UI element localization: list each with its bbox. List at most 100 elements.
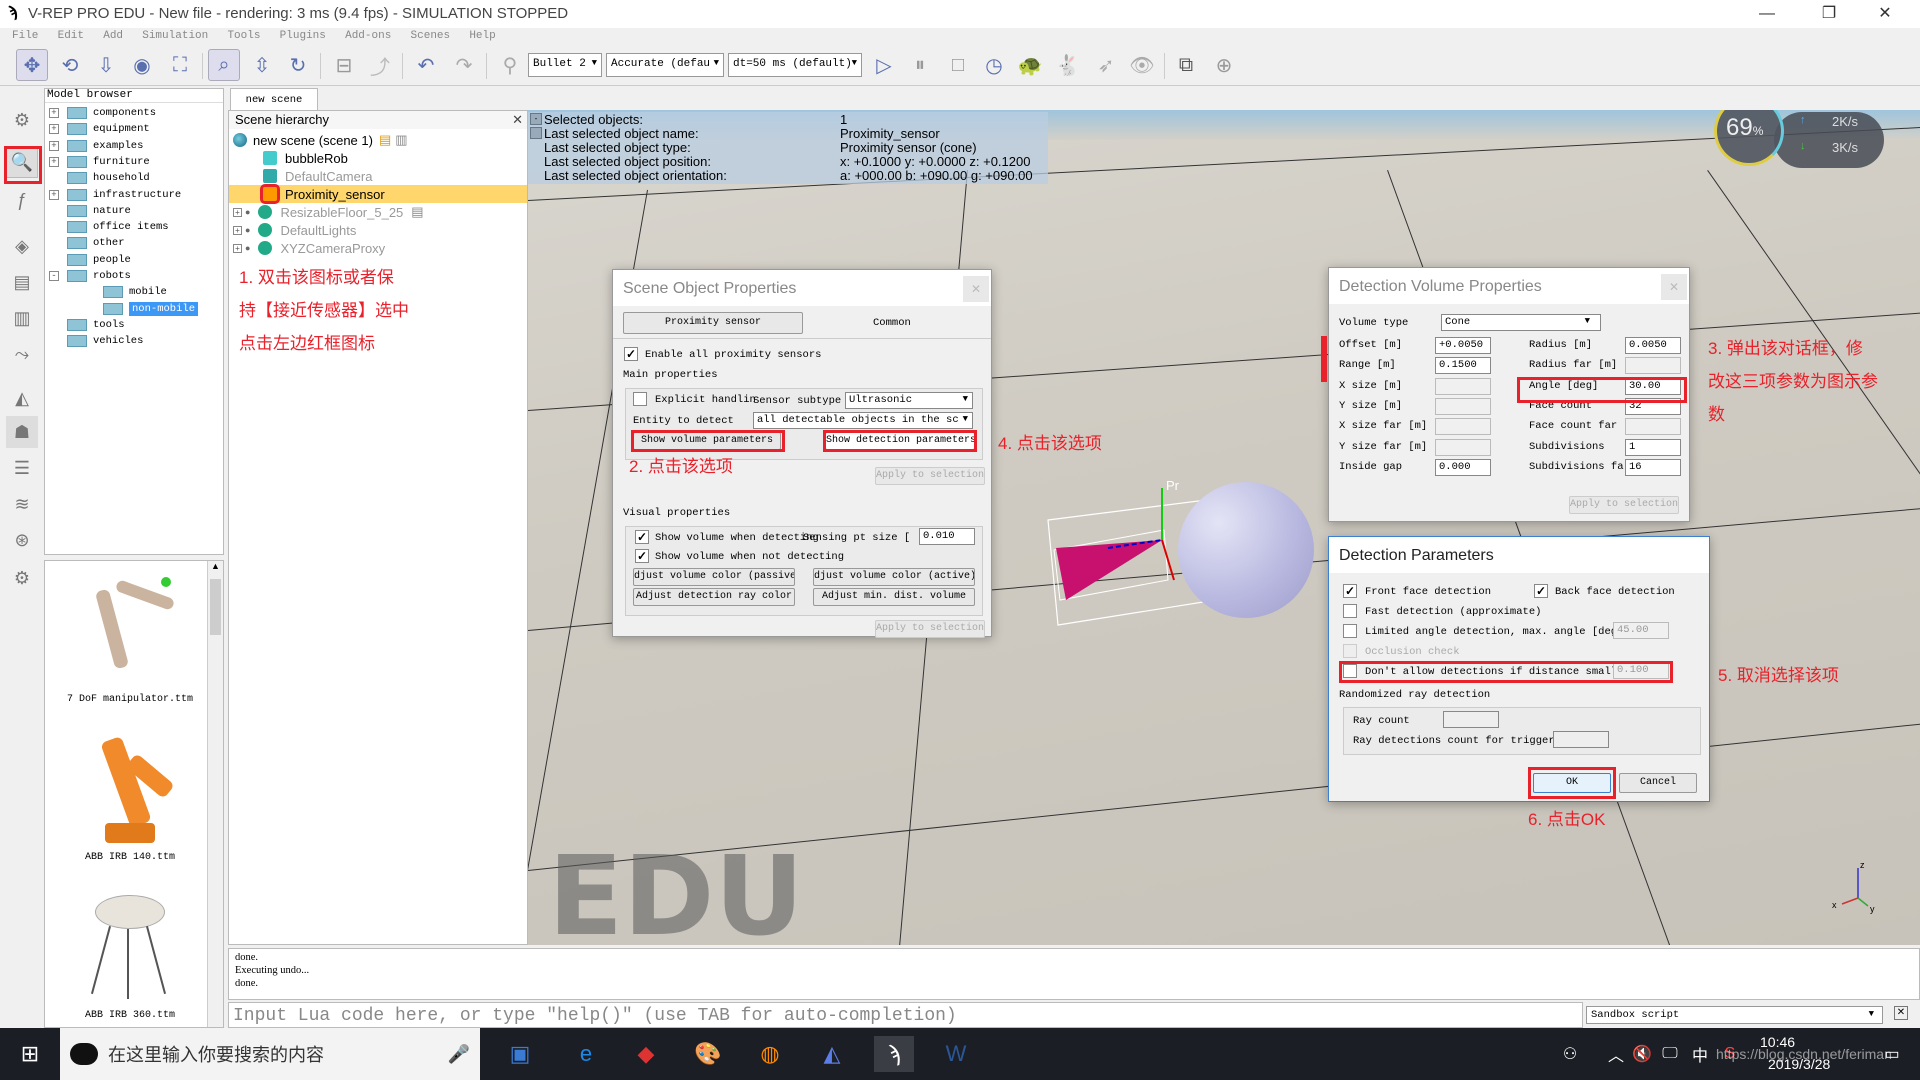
volume-field-inside-gap[interactable]: 0.000	[1435, 458, 1491, 476]
fast-detection-checkbox[interactable]	[1343, 604, 1357, 618]
menu-help[interactable]: Help	[469, 28, 495, 45]
simulation-settings-icon[interactable]: ⚙	[6, 104, 38, 136]
ray-trigger-input[interactable]	[1553, 731, 1609, 748]
volume-field-x-size-m-[interactable]	[1435, 377, 1491, 395]
model-folder-vehicles[interactable]: vehicles	[49, 333, 143, 349]
menu-edit[interactable]: Edit	[58, 28, 84, 45]
scene-hierarchy-icon[interactable]: ☰	[6, 452, 38, 484]
notification-icon[interactable]: ▭	[1872, 1036, 1912, 1072]
tab-common[interactable]: Common	[873, 317, 911, 329]
expand-toggle-icon[interactable]: +	[233, 243, 242, 253]
model-folder-non-mobile[interactable]: non-mobile	[85, 301, 199, 317]
close-button[interactable]: ✕	[1862, 0, 1908, 28]
firefox-icon[interactable]: ◍	[750, 1036, 790, 1072]
adjust-passive-color-button[interactable]: djust volume color (passive	[633, 568, 795, 586]
selection-icon[interactable]: ◭	[6, 382, 38, 414]
shape-edit-icon[interactable]: ▥	[6, 302, 38, 334]
hierarchy-item[interactable]: bubbleRob	[229, 149, 527, 167]
ray-count-input[interactable]	[1443, 711, 1499, 728]
user-settings-icon[interactable]: ⚙	[6, 562, 38, 594]
proximity-sensor-icon[interactable]	[260, 184, 280, 204]
object-rotate-icon[interactable]: ↻	[282, 49, 314, 81]
menu-tools[interactable]: Tools	[227, 28, 260, 45]
model-folder-mobile[interactable]: mobile	[85, 284, 167, 300]
camera-shift-icon[interactable]: ⇩	[90, 49, 122, 81]
minimize-button[interactable]: —	[1744, 0, 1790, 28]
volume-field-y-size-m-[interactable]	[1435, 397, 1491, 415]
pause-icon[interactable]: ⏸	[904, 49, 936, 81]
task-view-icon[interactable]: ▣	[500, 1036, 540, 1072]
volume-type-select[interactable]: Cone ▼	[1441, 314, 1601, 331]
adjust-min-dist-volume-button[interactable]: Adjust min. dist. volume	[813, 588, 975, 606]
app-icon[interactable]: ◭	[812, 1036, 852, 1072]
fit-to-view-icon[interactable]: ⛶	[164, 49, 196, 81]
menu-plugins[interactable]: Plugins	[280, 28, 326, 45]
menu-scenes[interactable]: Scenes	[411, 28, 451, 45]
model-folder-components[interactable]: + components	[49, 105, 156, 121]
expand-toggle-icon[interactable]: +	[233, 225, 242, 235]
expand-toggle-icon[interactable]: +	[49, 140, 59, 151]
apply-to-selection-button-2[interactable]: Apply to selection	[875, 620, 985, 638]
menu-addons[interactable]: Add-ons	[345, 28, 391, 45]
visualization-eye-icon[interactable]: 👁	[1126, 49, 1158, 81]
entity-to-detect-select[interactable]: all detectable objects in the sc ▼	[753, 412, 973, 429]
script-icon[interactable]: ▤	[379, 132, 391, 148]
limited-angle-checkbox[interactable]	[1343, 624, 1357, 638]
scene-selector-icon[interactable]: ⊕	[1208, 49, 1240, 81]
faster-rabbit-icon[interactable]: 🐇	[1052, 49, 1084, 81]
expand-toggle-icon[interactable]: +	[233, 207, 242, 217]
rocket-icon[interactable]: ➶	[1090, 49, 1122, 81]
dynamics-icon[interactable]: ⚲	[494, 49, 526, 81]
volume-field-range-m-[interactable]: 0.1500	[1435, 357, 1491, 375]
hierarchy-root[interactable]: new scene (scene 1) ▤ ▥	[229, 131, 527, 149]
model-folder-examples[interactable]: + examples	[49, 138, 143, 154]
hierarchy-item[interactable]: + ● XYZCameraProxy	[229, 239, 527, 257]
hierarchy-item[interactable]: Proximity_sensor	[229, 184, 527, 204]
model-folder-equipment[interactable]: + equipment	[49, 121, 150, 137]
sensor-subtype-select[interactable]: Ultrasonic ▼	[845, 392, 973, 409]
vrep-taskbar-icon[interactable]: ϡ	[874, 1036, 914, 1072]
volume-field-radius-far-m-[interactable]	[1625, 357, 1681, 375]
clear-console-icon[interactable]: ✕	[1894, 1006, 1908, 1020]
camera-angle-icon[interactable]: ◉	[126, 49, 158, 81]
timestep-select[interactable]: dt=50 ms (default) ▼	[728, 53, 862, 77]
front-face-checkbox[interactable]: ✓	[1343, 584, 1357, 598]
back-face-checkbox[interactable]: ✓	[1534, 584, 1548, 598]
volume-field-radius-m-[interactable]: 0.0050	[1625, 337, 1681, 354]
restore-button[interactable]: ❐	[1806, 0, 1852, 28]
realtime-clock-icon[interactable]: ◷	[978, 49, 1010, 81]
show-volume-not-detecting-checkbox[interactable]: ✓	[635, 549, 649, 563]
camera-rotate-icon[interactable]: ⟲	[54, 49, 86, 81]
volume-field-face-count-far[interactable]	[1625, 418, 1681, 436]
model-folder-office-items[interactable]: office items	[49, 219, 169, 235]
video-recorder-icon[interactable]: ⊛	[6, 524, 38, 556]
slower-turtle-icon[interactable]: 🐢	[1014, 49, 1046, 81]
undo-icon[interactable]: ↶	[410, 49, 442, 81]
hierarchy-item[interactable]: + ● DefaultLights	[229, 221, 527, 239]
model-folder-nature[interactable]: nature	[49, 203, 131, 219]
thumbnail-7dof[interactable]: 7 DoF manipulator.ttm	[55, 569, 205, 705]
model-folder-household[interactable]: household	[49, 170, 150, 186]
expand-toggle-icon[interactable]: +	[49, 189, 59, 200]
tab-proximity-sensor[interactable]: Proximity sensor	[623, 312, 803, 334]
wps-icon[interactable]: ◆	[626, 1036, 666, 1072]
collections-icon[interactable]: ◈	[6, 230, 38, 262]
stop-icon[interactable]: □	[942, 49, 974, 81]
script-icon[interactable]: ▤	[411, 204, 423, 220]
menu-file[interactable]: File	[12, 28, 38, 45]
toggle-info-icon[interactable]	[530, 127, 542, 139]
word-icon[interactable]: W	[936, 1036, 976, 1072]
model-folder-other[interactable]: other	[49, 235, 125, 251]
apply-to-selection-button[interactable]: Apply to selection	[875, 467, 985, 485]
volume-field-subdivisions[interactable]: 1	[1625, 438, 1681, 456]
redo-icon[interactable]: ↷	[448, 49, 480, 81]
collapse-info-icon[interactable]: -	[530, 113, 542, 125]
hierarchy-item[interactable]: + ● ResizableFloor_5_25 ▤	[229, 203, 527, 221]
apply-to-selection-button[interactable]: Apply to selection	[1569, 496, 1679, 514]
object-shift-icon[interactable]: ⇳	[246, 49, 278, 81]
model-browser-icon[interactable]: ☗	[6, 416, 38, 448]
cancel-button[interactable]: Cancel	[1619, 773, 1697, 793]
enable-all-checkbox[interactable]: ✓	[624, 347, 638, 361]
object-select-icon[interactable]: ⌕	[208, 49, 240, 81]
menu-add[interactable]: Add	[103, 28, 123, 45]
